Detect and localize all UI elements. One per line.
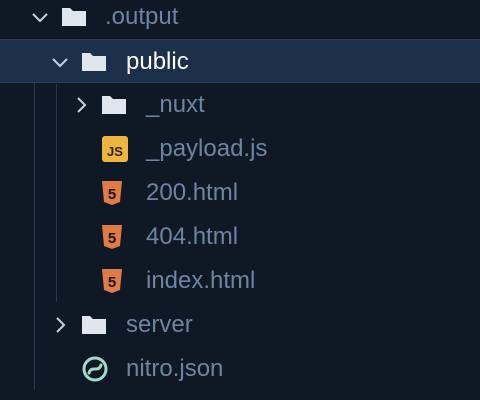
tree-item-label: public bbox=[126, 48, 189, 75]
html-badge-text: 5 bbox=[108, 274, 116, 291]
html-badge-text: 5 bbox=[108, 230, 116, 247]
chevron-right-icon[interactable] bbox=[71, 95, 91, 115]
html-file-icon: 5 bbox=[102, 269, 122, 293]
tree-item-public[interactable]: public bbox=[0, 39, 480, 83]
html-file-icon: 5 bbox=[102, 181, 122, 205]
js-badge-text: JS bbox=[107, 144, 123, 159]
tree-item-server[interactable]: server bbox=[0, 303, 480, 347]
tree-item-label: server bbox=[126, 311, 193, 338]
tree-item-label: _nuxt bbox=[146, 91, 205, 118]
tree-item-404-html[interactable]: 5 404.html bbox=[0, 215, 480, 259]
tree-item-nuxt[interactable]: _nuxt bbox=[0, 83, 480, 127]
chevron-down-icon[interactable] bbox=[50, 52, 70, 72]
nitro-json-icon bbox=[82, 356, 108, 382]
file-explorer-tree: .output public _nuxt JS _payload.js 5 20… bbox=[0, 0, 480, 400]
folder-icon bbox=[82, 316, 106, 334]
folder-icon bbox=[82, 53, 106, 71]
tree-item-label: 200.html bbox=[146, 179, 239, 206]
folder-icon bbox=[62, 8, 86, 26]
tree-item-nitro-json[interactable]: nitro.json bbox=[0, 347, 480, 391]
tree-item-label: 404.html bbox=[146, 223, 239, 250]
tree-item-200-html[interactable]: 5 200.html bbox=[0, 171, 480, 215]
chevron-right-icon[interactable] bbox=[50, 315, 70, 335]
tree-item-index-html[interactable]: 5 index.html bbox=[0, 259, 480, 303]
tree-item-label: index.html bbox=[146, 267, 256, 294]
chevron-down-icon[interactable] bbox=[30, 7, 50, 27]
tree-item-label: _payload.js bbox=[146, 135, 268, 162]
tree-item-output[interactable]: .output bbox=[0, 0, 480, 39]
html-file-icon: 5 bbox=[102, 225, 122, 249]
html-badge-text: 5 bbox=[108, 186, 116, 203]
folder-icon bbox=[102, 96, 126, 114]
tree-item-payload-js[interactable]: JS _payload.js bbox=[0, 127, 480, 171]
tree-item-label: nitro.json bbox=[126, 355, 224, 382]
js-file-icon: JS bbox=[102, 136, 128, 162]
tree-item-label: .output bbox=[105, 3, 179, 30]
